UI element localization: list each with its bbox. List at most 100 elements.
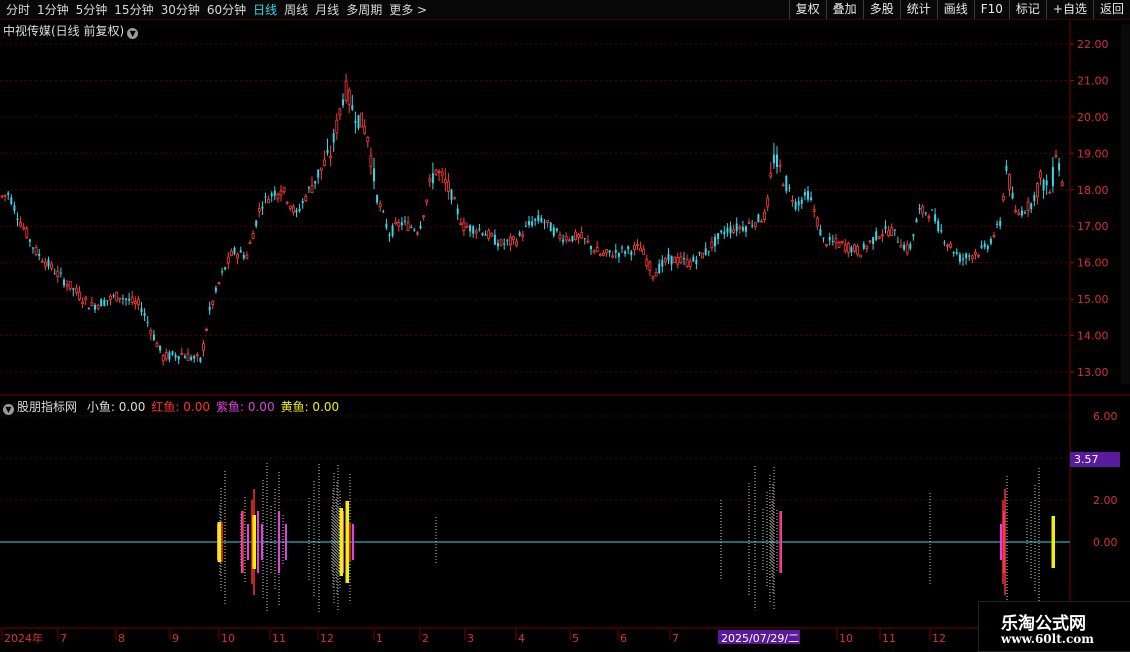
candle-body [10,197,13,204]
chart-canvas[interactable]: 22.0021.0020.0019.0018.0017.0016.0015.00… [0,20,1130,650]
period-tab[interactable]: 周线 [284,1,308,18]
candle-body [962,258,964,260]
tool-button[interactable]: F10 [973,0,1009,19]
chevron-down-icon[interactable]: ▼ [127,28,139,39]
candle-body [3,194,7,197]
candle-body [608,250,611,253]
tool-button[interactable]: 多股 [862,0,900,19]
tool-button[interactable]: 复权 [788,0,826,19]
candle-body [503,243,506,245]
candle-body [580,232,584,239]
period-tab[interactable]: 月线 [315,1,339,18]
time-tick-label: 9 [172,632,179,645]
candle-body [639,247,642,252]
time-tick-label: 7 [672,632,679,645]
candle-body [155,342,159,348]
period-tab[interactable]: 更多 > [389,1,427,18]
period-tab[interactable]: 分时 [6,1,30,18]
period-tab[interactable]: 5分钟 [76,1,108,18]
candle-body [304,196,308,202]
candle-body [397,221,401,227]
candle-body [233,247,236,254]
candle-body [186,353,190,361]
tool-button[interactable]: 标记 [1008,0,1046,19]
candle-body [915,219,918,223]
candle-body [980,245,983,248]
time-tick-label: 8 [118,632,125,645]
tool-button[interactable]: 统计 [899,0,937,19]
period-tab[interactable]: 60分钟 [207,1,246,18]
candle-body [512,236,515,240]
tool-button[interactable]: +自选 [1045,0,1093,19]
candle-body [264,196,267,198]
indicator-tick-label: 0.00 [1093,536,1118,549]
candle-body [224,267,227,270]
signal-yellow [345,501,349,583]
candle-body [152,334,155,341]
candle-body [654,272,658,277]
candle-body [322,159,326,166]
time-tick-label: 10 [839,632,853,645]
candle-body [295,210,298,213]
candle-body [797,201,800,206]
candle-body [425,199,429,203]
period-tab[interactable]: 15分钟 [114,1,153,18]
candle-body [943,242,946,244]
candle-body [856,246,859,255]
candle-body [853,244,856,252]
candle-body [472,226,475,234]
stock-title: 中视传媒(日线 前复权) [3,24,125,38]
candle-body [776,154,778,167]
candle-body [803,191,806,196]
candle-body [338,108,342,116]
candle-body [688,261,692,267]
candle-body [781,184,785,187]
candle-body [791,200,794,202]
candle-body [859,254,863,258]
signal-yellow [217,522,221,562]
candle-body [373,168,375,182]
candle-body [881,234,884,237]
candle-body [840,240,844,244]
tool-button[interactable]: 画线 [936,0,974,19]
period-tab[interactable]: 1分钟 [37,1,69,18]
signal-yellow [252,515,256,569]
candle-body [543,222,546,224]
watermark-line2: www.60lt.com [1001,632,1094,646]
candle-body [291,206,295,213]
candle-body [38,253,41,257]
main-chart-title[interactable]: 中视传媒(日线 前复权) ▼ [3,22,139,39]
candle-body [617,252,620,257]
chevron-down-icon[interactable]: ▼ [3,404,14,415]
time-tick-label: 10 [221,632,235,645]
candle-body [831,241,834,243]
candle-body [376,195,379,203]
period-tab[interactable]: 多周期 [346,1,382,18]
candle-body [106,300,109,302]
period-tab[interactable]: 日线 [253,1,277,18]
candle-body [595,247,599,253]
candle-body [977,254,980,257]
candle-body [605,249,608,254]
candle-body [81,301,84,304]
candle-body [868,240,872,243]
period-tab[interactable]: 30分钟 [161,1,200,18]
candle-body [453,197,457,200]
candle-body [44,261,47,267]
candle-body [1060,182,1064,187]
candle-body [729,226,732,234]
candle-body [329,155,333,159]
candle-body [382,211,385,213]
indicator-header: ▼ 股朋指标网 小鱼: 0.00 红鱼: 0.00 紫鱼: 0.00 黄鱼: 0.00 [3,398,339,415]
candle-body [1048,191,1052,194]
candle-body [462,222,466,231]
watermark-line1: 乐淘公式网 [1001,614,1086,634]
tool-button[interactable]: 叠加 [825,0,863,19]
candle-body [366,136,370,143]
candle-body [0,195,4,198]
candle-body [1054,155,1058,158]
candle-body [1051,166,1054,187]
candle-body [850,247,853,253]
candle-body [487,230,491,239]
tool-button[interactable]: 返回 [1092,0,1130,19]
